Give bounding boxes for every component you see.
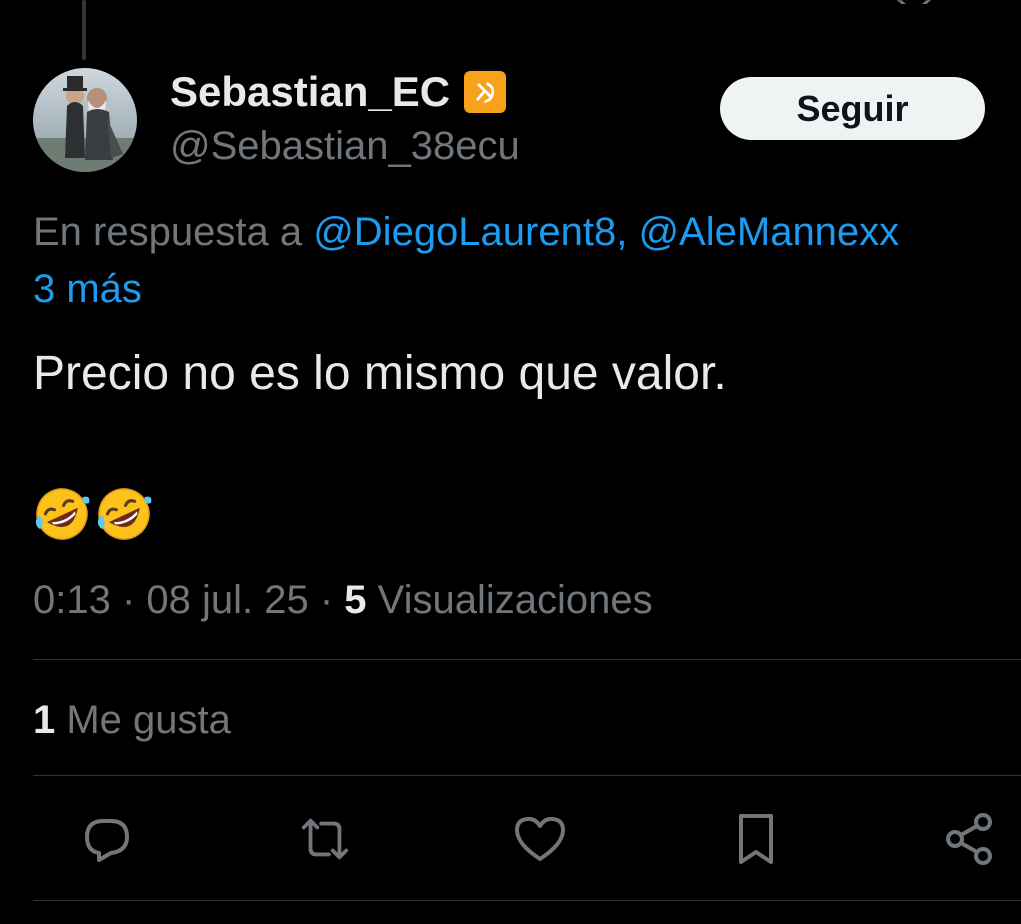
- divider: [33, 775, 1021, 776]
- tweet-date[interactable]: 08 jul. 25: [146, 578, 308, 622]
- likes-label: Me gusta: [55, 698, 231, 742]
- meta-separator: ·: [308, 578, 345, 622]
- views-count: 5: [344, 578, 367, 622]
- tweet-text: Precio no es lo mismo que valor.: [33, 347, 727, 400]
- views-label: Visualizaciones: [366, 578, 653, 622]
- reply-context-prefix: En respuesta a: [33, 210, 314, 254]
- divider: [33, 659, 1021, 660]
- share-icon[interactable]: [943, 812, 997, 866]
- likes-count: 1: [33, 698, 56, 742]
- reply-context: En respuesta a @DiegoLaurent8, @AleManne…: [33, 202, 1021, 262]
- divider: [33, 900, 1021, 901]
- tweet-metadata: 0:13 · 08 jul. 25 · 5 Visualizaciones: [33, 574, 653, 626]
- star-icon: [894, 0, 934, 4]
- tweet-time[interactable]: 0:13: [33, 578, 111, 622]
- mention-link[interactable]: @DiegoLaurent8: [313, 210, 616, 254]
- mention-link[interactable]: @AleMannexx: [638, 210, 899, 254]
- thread-connector-line: [82, 0, 86, 60]
- reply-icon[interactable]: [80, 812, 134, 866]
- author-display-name[interactable]: Sebastian_EC: [170, 68, 450, 116]
- bookmark-icon[interactable]: [729, 812, 783, 866]
- more-replies-link[interactable]: 3 más: [33, 262, 142, 316]
- avatar[interactable]: [33, 68, 137, 172]
- emoji-row: [33, 485, 153, 548]
- meta-separator: ·: [110, 578, 147, 622]
- mention-separator: ,: [616, 210, 639, 254]
- hammer-and-sickle-icon: [464, 71, 507, 113]
- like-icon[interactable]: [513, 812, 567, 866]
- rolling-on-floor-laughing-emoji: [95, 485, 153, 548]
- follow-button[interactable]: Seguir: [720, 77, 985, 140]
- author-handle[interactable]: @Sebastian_38ecu: [170, 122, 520, 170]
- retweet-icon[interactable]: [298, 812, 352, 866]
- rolling-on-floor-laughing-emoji: [33, 485, 91, 548]
- likes-summary[interactable]: 1 Me gusta: [33, 694, 231, 746]
